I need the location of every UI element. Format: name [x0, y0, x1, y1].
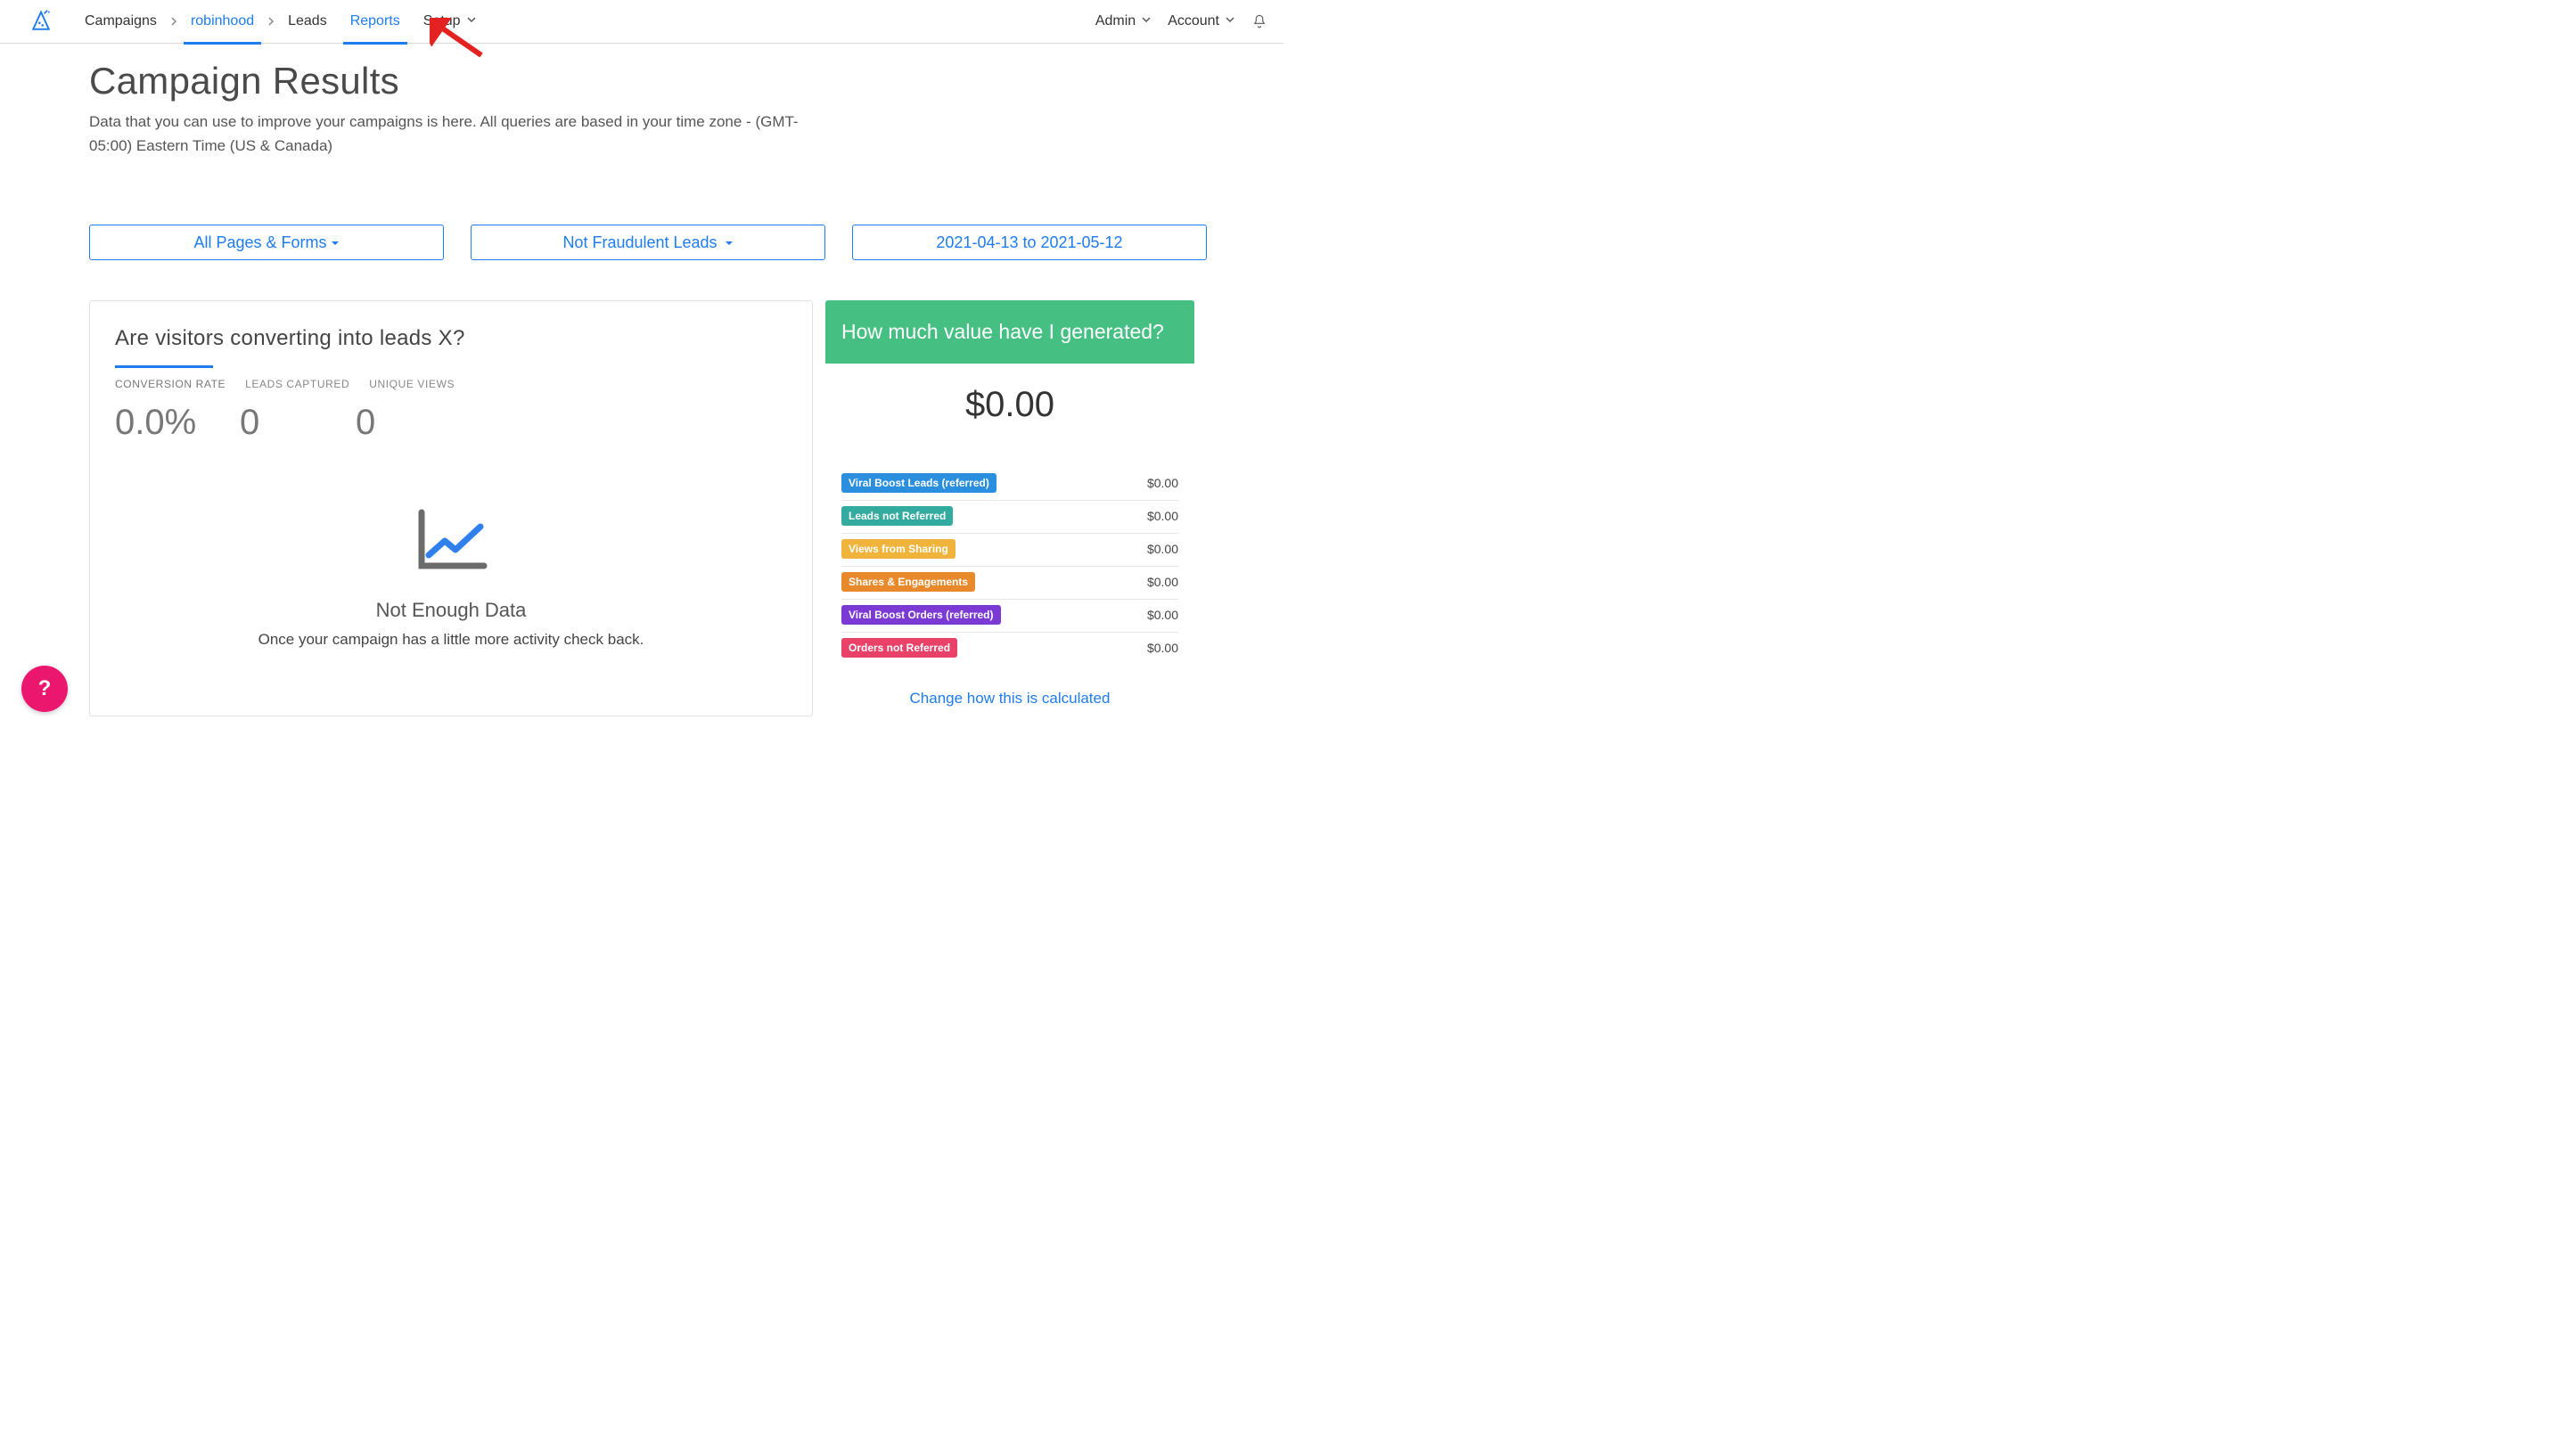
tab-unique-views[interactable]: UNIQUE VIEWS: [369, 378, 455, 396]
caret-down-icon: [331, 233, 340, 252]
value-badge: Shares & Engagements: [841, 572, 975, 592]
value-badge: Viral Boost Leads (referred): [841, 473, 996, 493]
page-subtitle: Data that you can use to improve your ca…: [89, 110, 820, 158]
value-amount: $0.00: [1147, 509, 1178, 523]
value-row: Leads not Referred $0.00: [841, 501, 1178, 534]
columns: Are visitors converting into leads X? CO…: [89, 300, 1194, 716]
metric-tabs: CONVERSION RATE LEADS CAPTURED UNIQUE VI…: [115, 378, 787, 396]
value-badge: Views from Sharing: [841, 539, 955, 559]
notifications-bell-icon[interactable]: [1251, 13, 1267, 29]
chevron-right-icon: [267, 17, 275, 26]
value-amount: $0.00: [1147, 608, 1178, 622]
value-row: Viral Boost Orders (referred) $0.00: [841, 600, 1178, 633]
app-logo-icon[interactable]: [27, 7, 55, 36]
conversion-panel: Are visitors converting into leads X? CO…: [89, 300, 813, 716]
filter-fraud-button[interactable]: Not Fraudulent Leads: [471, 225, 825, 260]
nav-reports[interactable]: Reports: [343, 0, 407, 44]
value-row: Shares & Engagements $0.00: [841, 567, 1178, 600]
no-data-text: Once your campaign has a little more act…: [115, 631, 787, 649]
chevron-down-icon: [461, 13, 477, 29]
value-row: Orders not Referred $0.00: [841, 633, 1178, 665]
value-row: Views from Sharing $0.00: [841, 534, 1178, 567]
value-panel-body: $0.00 Viral Boost Leads (referred)$0.00L…: [825, 364, 1194, 716]
value-badge: Orders not Referred: [841, 638, 957, 658]
tab-leads-captured[interactable]: LEADS CAPTURED: [245, 378, 349, 396]
value-leads-captured: 0: [240, 403, 336, 443]
value-conversion-rate: 0.0%: [115, 403, 220, 443]
tab-conversion-rate[interactable]: CONVERSION RATE: [115, 378, 226, 396]
value-badge: Viral Boost Orders (referred): [841, 605, 1001, 625]
page-title: Campaign Results: [89, 60, 1194, 102]
nav-account[interactable]: Account: [1168, 13, 1235, 29]
filter-row: All Pages & Forms Not Fraudulent Leads 2…: [89, 225, 1194, 260]
change-calc-link[interactable]: Change how this is calculated: [841, 690, 1178, 708]
filter-dates-button[interactable]: 2021-04-13 to 2021-05-12: [852, 225, 1207, 260]
filter-pages-button[interactable]: All Pages & Forms: [89, 225, 444, 260]
nav-admin[interactable]: Admin: [1095, 13, 1152, 29]
caret-down-icon: [725, 233, 734, 252]
no-data-block: Not Enough Data Once your campaign has a…: [115, 505, 787, 649]
value-amount: $0.00: [1147, 575, 1178, 589]
chevron-right-icon: [169, 17, 178, 26]
filter-fraud-label: Not Fraudulent Leads: [562, 233, 717, 252]
value-amount: $0.00: [1147, 476, 1178, 490]
nav-setup-label: Setup: [423, 13, 461, 29]
value-rows: Viral Boost Leads (referred)$0.00Leads n…: [841, 468, 1178, 665]
top-nav: Campaigns robinhood Leads Reports Setup …: [0, 0, 1284, 44]
value-amount: $0.00: [1147, 542, 1178, 556]
page-body: Campaign Results Data that you can use t…: [0, 44, 1284, 716]
nav-right: Admin Account: [1095, 13, 1267, 29]
chevron-down-icon: [1136, 13, 1152, 29]
value-panel: How much value have I generated? $0.00 V…: [825, 300, 1194, 716]
filter-dates-label: 2021-04-13 to 2021-05-12: [936, 233, 1122, 252]
value-amount: $0.00: [1147, 641, 1178, 655]
no-data-title: Not Enough Data: [115, 599, 787, 622]
value-panel-heading: How much value have I generated?: [825, 300, 1194, 364]
nav-setup[interactable]: Setup: [416, 0, 484, 44]
value-row: Viral Boost Leads (referred) $0.00: [841, 468, 1178, 501]
nav-admin-label: Admin: [1095, 13, 1136, 29]
metric-values: 0.0% 0 0: [115, 403, 787, 443]
value-unique-views: 0: [356, 403, 445, 443]
chevron-down-icon: [1219, 13, 1235, 29]
nav-campaign-name[interactable]: robinhood: [184, 0, 261, 44]
filter-pages-label: All Pages & Forms: [193, 233, 326, 252]
nav-account-label: Account: [1168, 13, 1219, 29]
nav-campaigns[interactable]: Campaigns: [78, 0, 164, 44]
value-total: $0.00: [841, 385, 1178, 425]
value-badge: Leads not Referred: [841, 506, 953, 526]
nav-leads[interactable]: Leads: [281, 0, 334, 44]
help-fab-button[interactable]: ?: [21, 666, 68, 712]
conversion-heading: Are visitors converting into leads X?: [115, 326, 787, 351]
chart-empty-icon: [411, 505, 491, 581]
